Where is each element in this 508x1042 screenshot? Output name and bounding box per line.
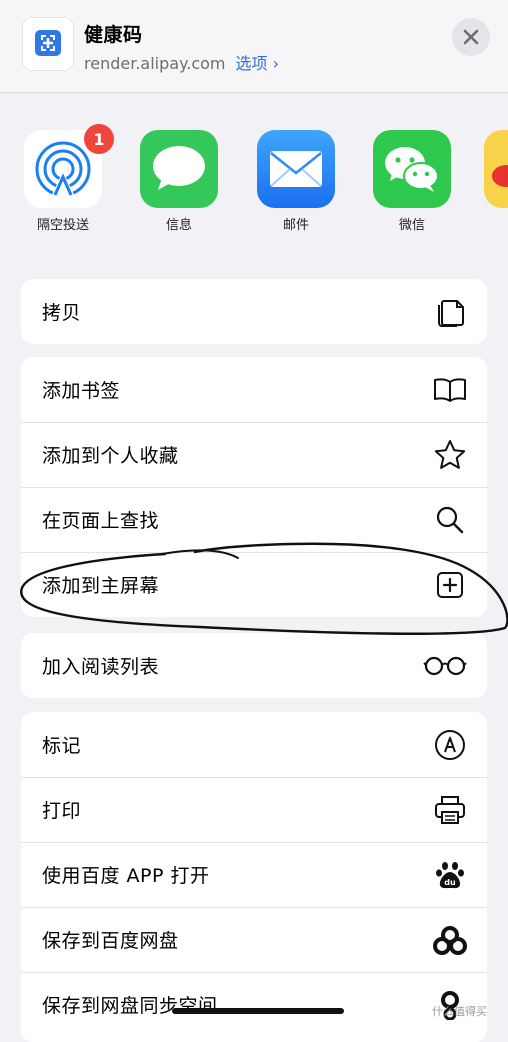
url-text: render.alipay.com (84, 54, 226, 73)
printer-icon (433, 793, 467, 827)
hand-drawn-annotation-circle (20, 542, 508, 635)
page-url: render.alipay.com 选项 › (84, 50, 279, 74)
close-button[interactable] (452, 18, 490, 56)
wechat-icon (373, 130, 451, 208)
home-indicator (172, 1008, 344, 1014)
baidu-pan-icon (433, 923, 467, 957)
action-label: 使用百度 APP 打开 (42, 865, 210, 887)
close-icon (463, 29, 479, 45)
weibo-icon (484, 130, 508, 208)
options-link[interactable]: 选项 › (236, 54, 280, 73)
action-open-baidu-app[interactable]: 使用百度 APP 打开 du (21, 842, 487, 907)
airdrop-icon: 1 (24, 124, 114, 208)
share-app-label: 隔空投送 (36, 218, 89, 233)
star-icon (433, 438, 467, 472)
messages-icon (140, 130, 218, 208)
action-label: 添加到个人收藏 (42, 445, 179, 467)
action-label: 保存到百度网盘 (42, 930, 179, 952)
book-icon (433, 373, 467, 407)
copy-icon (433, 295, 467, 329)
watermark: 什么值得买 (432, 1005, 487, 1018)
action-save-baidu-pan[interactable]: 保存到百度网盘 (21, 907, 487, 972)
action-group-copy: 拷贝 (21, 279, 487, 344)
page-title: 健康码 (84, 24, 143, 46)
action-label: 标记 (42, 735, 82, 757)
action-markup[interactable]: 标记 (21, 712, 487, 777)
action-label: 在页面上查找 (42, 510, 160, 532)
mail-icon (257, 130, 335, 208)
action-add-favorites[interactable]: 添加到个人收藏 (21, 422, 487, 487)
share-app-wechat[interactable]: 微信 (367, 130, 457, 233)
share-app-airdrop[interactable]: 1 隔空投送 (18, 124, 114, 233)
action-add-bookmark[interactable]: 添加书签 (21, 357, 487, 422)
svg-text:du: du (444, 878, 456, 887)
baidu-paw-icon: du (433, 858, 467, 892)
action-save-pan-sync[interactable]: 保存到网盘同步空间 (21, 972, 487, 1037)
action-group-more: 标记 打印 使用百度 APP 打开 du 保存到百度网盘 保存到网盘同步空间 (21, 712, 487, 1042)
share-app-weibo-partial[interactable] (484, 130, 508, 208)
share-app-label: 微信 (398, 218, 425, 233)
share-app-label: 信息 (165, 218, 192, 233)
glasses-icon (423, 649, 467, 683)
share-app-mail[interactable]: 邮件 (251, 130, 341, 233)
action-label: 加入阅读列表 (42, 656, 160, 678)
notification-badge: 1 (84, 124, 114, 154)
action-label: 添加书签 (42, 380, 121, 402)
action-print[interactable]: 打印 (21, 777, 487, 842)
action-copy[interactable]: 拷贝 (21, 279, 487, 344)
share-sheet-header: 健康码 render.alipay.com 选项 › (0, 0, 508, 93)
share-apps-row: 1 隔空投送 信息 邮件 微信 (0, 124, 508, 250)
markup-icon (433, 728, 467, 762)
action-label: 拷贝 (42, 302, 82, 324)
share-app-messages[interactable]: 信息 (134, 130, 224, 233)
action-label: 打印 (42, 800, 82, 822)
health-code-app-icon (22, 17, 74, 71)
share-app-label: 邮件 (282, 218, 309, 233)
